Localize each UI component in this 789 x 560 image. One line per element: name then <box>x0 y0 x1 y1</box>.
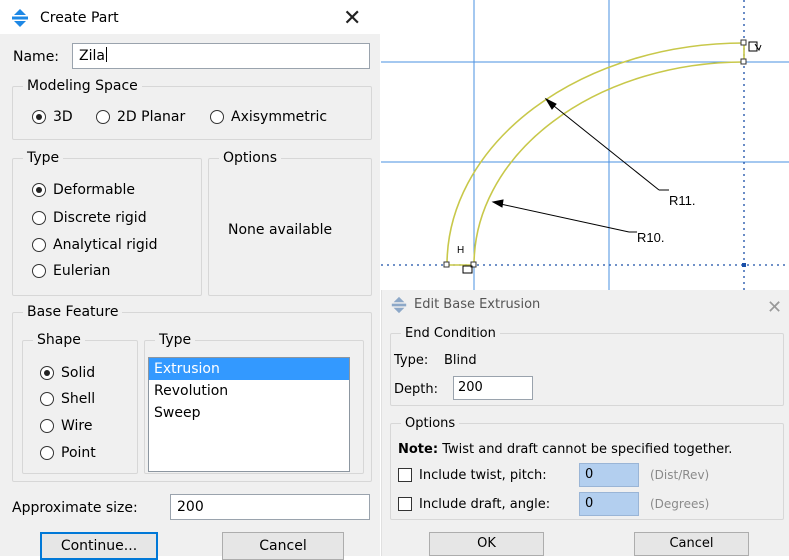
note-bold: Note: <box>398 442 439 457</box>
sketch-canvas[interactable]: H R11. R10. <box>381 0 789 290</box>
include-draft-checkbox[interactable] <box>398 497 412 511</box>
radio-point[interactable]: Point <box>40 442 96 464</box>
options-note: Note: Twist and draft cannot be specifie… <box>398 442 732 457</box>
leader-r11 <box>548 101 660 191</box>
radio-discrete-rigid-label: Discrete rigid <box>53 210 147 226</box>
shape-legend: Shape <box>37 332 81 348</box>
extrusion-close-icon[interactable]: ✕ <box>767 298 782 318</box>
radio-2d-planar-label: 2D Planar <box>117 109 186 125</box>
twist-unit: (Dist/Rev) <box>650 468 710 482</box>
end-type-label: Type: <box>394 353 429 368</box>
vertex-label-h: H <box>457 245 465 256</box>
arrow-r10 <box>491 199 504 208</box>
depth-label: Depth: <box>394 382 438 397</box>
radio-2d-planar[interactable]: 2D Planar <box>96 106 185 128</box>
list-item-revolution[interactable]: Revolution <box>149 380 349 402</box>
radio-analytical-rigid-indicator <box>32 238 46 252</box>
edit-extrusion-title: Edit Base Extrusion <box>414 297 541 312</box>
depth-input[interactable]: 200 <box>453 376 533 400</box>
type-legend: Type <box>27 150 60 166</box>
outer-arc <box>446 42 745 266</box>
grid-points <box>742 263 746 267</box>
radio-deformable-label: Deformable <box>53 182 136 198</box>
create-part-dialog: Create Part ✕ Name: Zila Modeling Space … <box>0 0 380 560</box>
include-twist-row[interactable]: Include twist, pitch: <box>398 464 547 486</box>
radio-solid-indicator <box>40 366 54 380</box>
radio-3d[interactable]: 3D <box>32 106 73 128</box>
vertex-3 <box>740 39 747 46</box>
arrow-r11 <box>544 97 557 110</box>
note-text: Twist and draft cannot be specified toge… <box>442 442 733 457</box>
radio-analytical-rigid[interactable]: Analytical rigid <box>32 234 158 256</box>
modeling-space-legend: Modeling Space <box>27 78 138 94</box>
include-draft-row[interactable]: Include draft, angle: <box>398 493 550 515</box>
radio-axisymmetric-label: Axisymmetric <box>231 109 328 125</box>
vertex-markers <box>443 39 747 268</box>
radio-eulerian-label: Eulerian <box>53 263 111 279</box>
name-input-value: Zila <box>79 48 105 64</box>
include-twist-checkbox[interactable] <box>398 468 412 482</box>
vertex-4 <box>740 58 747 65</box>
base-feature-legend: Base Feature <box>27 304 119 320</box>
radio-2d-planar-indicator <box>96 110 110 124</box>
radio-discrete-rigid-indicator <box>32 211 46 225</box>
twist-pitch-input[interactable]: 0 <box>579 463 639 487</box>
create-part-title-bar[interactable]: Create Part ✕ <box>0 0 380 34</box>
radio-deformable[interactable]: Deformable <box>32 179 135 201</box>
radio-eulerian[interactable]: Eulerian <box>32 260 110 282</box>
dim-label-r10[interactable]: R10. <box>637 230 664 245</box>
radio-discrete-rigid[interactable]: Discrete rigid <box>32 207 147 229</box>
radio-point-indicator <box>40 446 54 460</box>
close-icon[interactable]: ✕ <box>343 8 361 30</box>
feature-type-list[interactable]: Extrusion Revolution Sweep <box>148 357 350 472</box>
radio-wire[interactable]: Wire <box>40 415 93 437</box>
radio-3d-indicator <box>32 110 46 124</box>
radio-3d-label: 3D <box>53 109 73 125</box>
extrusion-icon <box>390 296 408 314</box>
dim-label-r11[interactable]: R11. <box>669 193 696 208</box>
radio-shell-indicator <box>40 392 54 406</box>
name-input[interactable]: Zila <box>72 43 370 69</box>
radio-eulerian-indicator <box>32 264 46 278</box>
end-condition-legend: End Condition <box>405 326 496 341</box>
create-part-title: Create Part <box>40 10 119 26</box>
radio-solid[interactable]: Solid <box>40 362 95 384</box>
sketch-svg <box>381 0 789 290</box>
radio-wire-label: Wire <box>61 418 93 434</box>
radio-point-label: Point <box>61 445 96 461</box>
radio-wire-indicator <box>40 419 54 433</box>
options-legend: Options <box>223 150 278 166</box>
radio-shell[interactable]: Shell <box>40 388 95 410</box>
approx-size-input[interactable]: 200 <box>170 494 370 520</box>
edit-base-extrusion-dialog: Edit Base Extrusion ✕ End Condition Type… <box>381 290 789 556</box>
draft-unit: (Degrees) <box>650 497 710 511</box>
end-type-value: Blind <box>444 353 477 368</box>
approx-size-label: Approximate size: <box>12 500 138 516</box>
vertical-constraint-icon <box>748 41 762 52</box>
part-icon <box>10 8 30 28</box>
list-item-sweep[interactable]: Sweep <box>149 402 349 424</box>
ok-button[interactable]: OK <box>429 532 544 556</box>
radio-deformable-indicator <box>32 183 46 197</box>
text-cursor <box>105 47 107 62</box>
grid-point-1 <box>742 263 746 267</box>
draft-angle-input[interactable]: 0 <box>579 492 639 516</box>
feature-type-legend: Type <box>159 332 192 348</box>
options-none-available: None available <box>228 222 333 238</box>
list-item-extrusion[interactable]: Extrusion <box>149 358 349 380</box>
extrusion-options-legend: Options <box>405 416 456 431</box>
radio-shell-label: Shell <box>61 391 96 407</box>
extrusion-cancel-button[interactable]: Cancel <box>634 532 749 556</box>
radio-axisymmetric[interactable]: Axisymmetric <box>210 106 327 128</box>
vertex-1 <box>443 261 450 268</box>
radio-solid-label: Solid <box>61 365 96 381</box>
radio-analytical-rigid-label: Analytical rigid <box>53 237 158 253</box>
radio-axisymmetric-indicator <box>210 110 224 124</box>
include-draft-label: Include draft, angle: <box>419 496 551 512</box>
include-twist-label: Include twist, pitch: <box>419 467 547 483</box>
name-label: Name: <box>13 49 60 65</box>
